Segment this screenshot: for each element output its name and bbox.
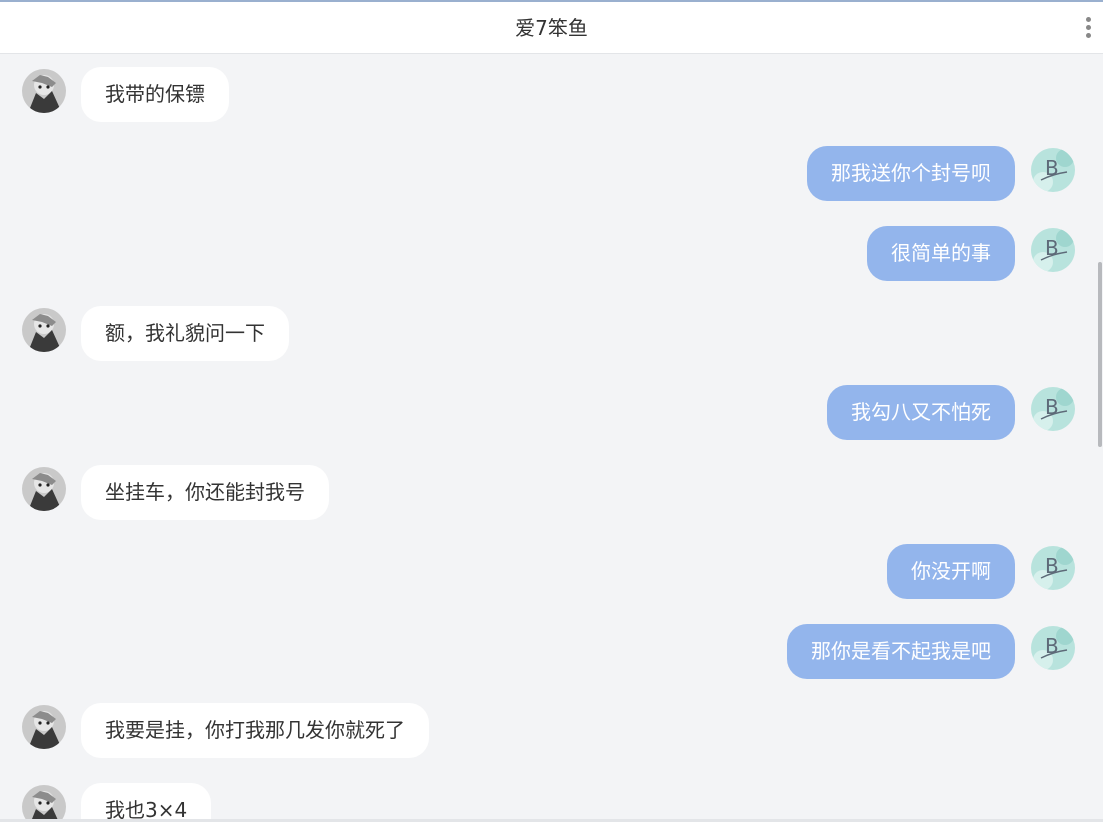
svg-text:B: B [1045,554,1059,578]
svg-text:B: B [1045,395,1059,419]
message-row: 额，我礼貌问一下 [0,306,1095,362]
message-row: 那你是看不起我是吧 B [0,624,1095,680]
message-bubble[interactable]: 我要是挂，你打我那几发你就死了 [81,703,429,758]
message-bubble[interactable]: 我勾八又不怕死 [827,385,1015,440]
message-bubble[interactable]: 很简单的事 [867,226,1015,281]
message-row: 坐挂车，你还能封我号 [0,465,1095,521]
contact-avatar[interactable] [22,69,66,113]
svg-text:B: B [1045,634,1059,658]
message-row: 很简单的事 B [0,226,1095,282]
message-bubble[interactable]: 我也3×4 [81,783,212,819]
message-row: 我要是挂，你打我那几发你就死了 [0,703,1095,759]
contact-avatar[interactable] [22,308,66,352]
contact-avatar[interactable] [22,467,66,511]
message-row: 你没开啊 B [0,544,1095,600]
message-bubble[interactable]: 额，我礼貌问一下 [81,306,289,361]
contact-avatar[interactable] [22,785,66,819]
svg-text:B: B [1045,156,1059,180]
message-bubble[interactable]: 你没开啊 [887,544,1015,599]
svg-text:B: B [1045,236,1059,260]
message-row: 那我送你个封号呗 B [0,146,1095,202]
contact-avatar[interactable] [22,705,66,749]
user-avatar[interactable]: B [1031,148,1075,192]
message-bubble[interactable]: 那你是看不起我是吧 [787,624,1015,679]
user-avatar[interactable]: B [1031,387,1075,431]
message-bubble[interactable]: 我带的保镖 [81,67,229,122]
user-avatar[interactable]: B [1031,626,1075,670]
message-row: 我勾八又不怕死 B [0,385,1095,441]
chat-header: 爱7笨鱼 [0,2,1103,54]
scrollbar-thumb[interactable] [1098,262,1102,447]
message-list[interactable]: 我带的保镖 那我送你个封号呗 B 很简单的事 B 额，我礼貌问一下 我勾八又不怕… [0,54,1103,819]
user-avatar[interactable]: B [1031,546,1075,590]
message-row: 我也3×4 [0,783,1095,819]
message-bubble[interactable]: 坐挂车，你还能封我号 [81,465,329,520]
user-avatar[interactable]: B [1031,228,1075,272]
message-row: 我带的保镖 [0,67,1095,123]
chat-title: 爱7笨鱼 [515,16,588,40]
message-bubble[interactable]: 那我送你个封号呗 [807,146,1015,201]
more-vertical-icon[interactable] [1083,16,1093,40]
